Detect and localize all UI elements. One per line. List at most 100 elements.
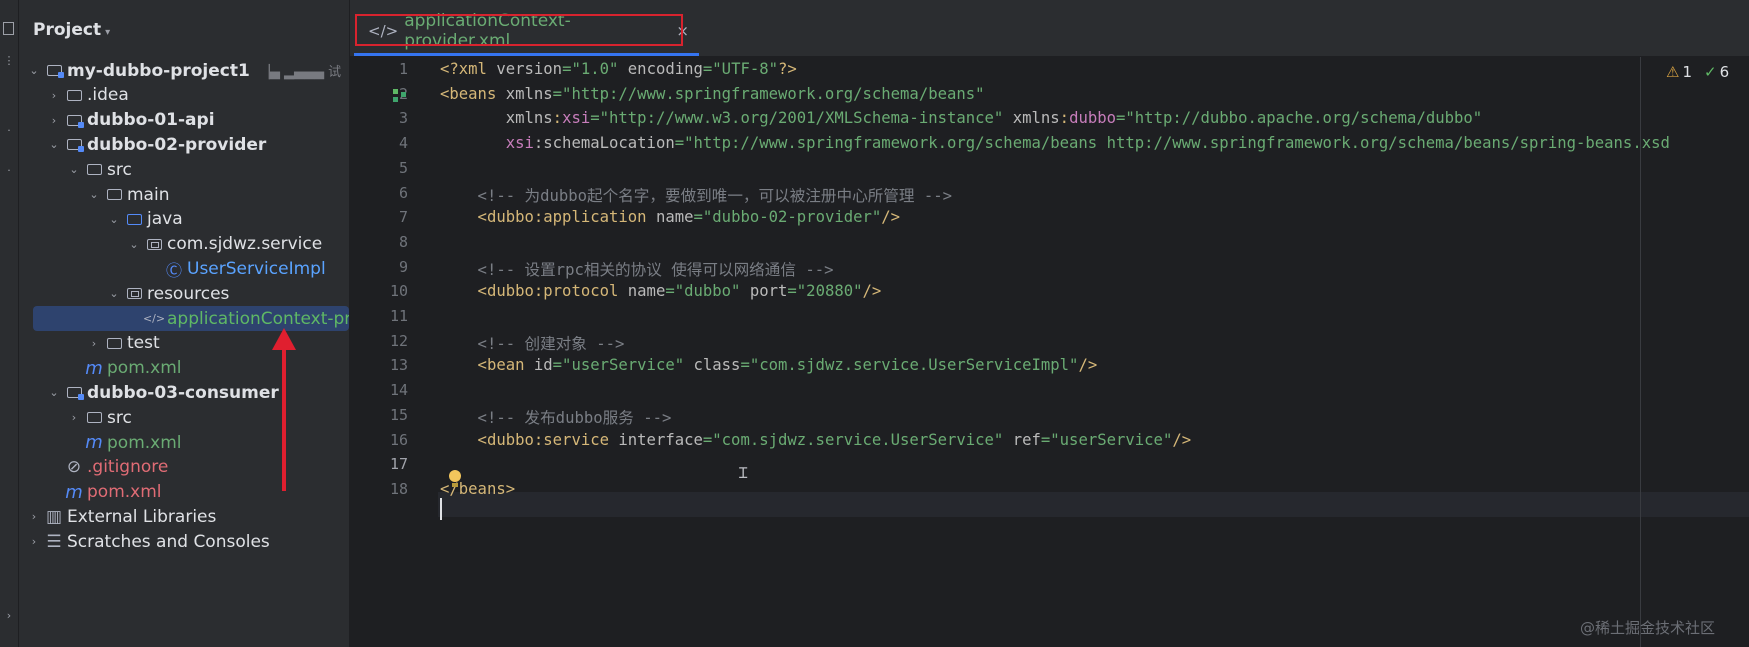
code-line: <beans xmlns="http://www.springframework… [440,85,985,103]
chevron-right-icon[interactable]: › [47,114,61,127]
code-token: <!-- 创建对象 --> [440,334,625,353]
chevron-down-icon[interactable]: ⌄ [107,213,121,226]
code-token: ="20880" [787,282,863,301]
tree-item-consumer-pom[interactable]: m pom.xml [19,430,349,455]
line-number: 8 [398,232,408,251]
code-token: <bean [440,356,534,375]
folder-icon [105,187,123,203]
chevron-down-icon[interactable]: ⌄ [87,188,101,201]
chevron-down-icon[interactable]: ⌄ [27,64,41,77]
tree-item-my-dubbo-project1[interactable]: ⌄ my-dubbo-project1 ▕▄ ▂▄▄▄ 试 [19,58,349,83]
maven-icon: m [85,357,103,379]
code-token: ="1.0" [562,60,619,78]
code-token: xsi [562,109,591,128]
tree-item-scratches[interactable]: › ☰ Scratches and Consoles [19,529,349,554]
chevron-down-icon[interactable]: ⌄ [127,238,141,251]
chevron-right-icon[interactable]: › [67,411,81,424]
code-token: ="UTF-8" [702,60,779,78]
code-token: <!-- 为dubbo起个名字，要做到唯一，可以被注册中心所管理 --> [440,186,953,205]
structure-icon[interactable]: · [3,125,15,137]
code-line: <!-- 设置rpc相关的协议 使得可以网络通信 --> [440,258,834,280]
code-token: ="http://www.springframework.org/schema/… [674,134,1670,153]
tree-item-label: main [127,184,170,205]
tree-item-external-libraries[interactable]: › ▥ External Libraries [19,504,349,529]
code-line: <?xml version="1.0" encoding="UTF-8"?> [440,60,797,78]
line-number: 4 [398,134,408,153]
tree-item-label: src [107,407,132,428]
tree-item-root-pom[interactable]: m pom.xml [19,480,349,505]
code-token: ="userService" [552,356,685,375]
inspection-widget[interactable]: ⚠ 1 ✓ 6 [1666,63,1729,81]
tree-item-src[interactable]: ⌄ src [19,157,349,182]
class-icon: Ⓒ [165,260,182,280]
tree-item-dubbo-03-consumer[interactable]: ⌄ dubbo-03-consumer [19,380,349,405]
tree-item-dubbo-02-provider[interactable]: ⌄ dubbo-02-provider [19,132,349,157]
watermark: @稀土掘金技术社区 [1580,619,1716,637]
code-line: xsi:schemaLocation="http://www.springfra… [440,134,1670,152]
code-editor[interactable]: <?xml version="1.0" encoding="UTF-8"?> <b… [438,57,1749,647]
line-number: 7 [398,208,408,227]
more-tools-icon[interactable]: · [3,165,15,177]
tree-item-label: com.sjdwz.service [167,234,323,255]
chevron-down-icon[interactable]: ⌄ [47,138,61,151]
code-line: <dubbo:service interface="com.sjdwz.serv… [440,430,1192,449]
code-token: <dubbo [440,430,534,449]
code-line: <dubbo:application name="dubbo-02-provid… [440,208,901,227]
code-line: <!-- 为dubbo起个名字，要做到唯一，可以被注册中心所管理 --> [440,184,953,206]
check-icon: ✓ [1704,63,1717,81]
code-token: id [533,356,553,375]
code-token: <!-- 设置rpc相关的协议 使得可以网络通信 --> [440,260,834,279]
code-line: <!-- 发布dubbo服务 --> [440,406,672,428]
tree-item-idea[interactable]: › .idea [19,83,349,108]
chevron-right-icon[interactable]: › [27,535,41,548]
code-token: ="http://www.w3.org/2001/XMLSchema-insta… [590,109,1004,128]
commit-icon[interactable]: ⋮ [3,55,15,67]
code-token: xsi [440,134,534,153]
tree-item-dubbo-01-api[interactable]: › dubbo-01-api [19,108,349,133]
code-token: <!-- 发布dubbo服务 --> [440,408,672,427]
code-token: ="dubbo" [665,282,741,301]
terminal-icon[interactable]: › [3,610,15,622]
tree-item-label: pom.xml [107,358,182,379]
code-token: encoding [618,60,703,78]
lightbulb-icon[interactable] [448,470,462,488]
implemented-gutter-icon[interactable] [393,89,409,103]
project-toolwindow-icon[interactable] [3,22,14,35]
code-token: <dubbo [440,208,534,227]
tree-item-provider-pom[interactable]: m pom.xml [19,356,349,381]
line-number: 17 [389,455,408,474]
chevron-down-icon[interactable]: ⌄ [107,287,121,300]
tree-item-main[interactable]: ⌄ main [19,182,349,207]
blurred-path-text: ▕▄ ▂▄▄▄ 试 [259,65,342,80]
module-folder-icon [65,137,84,153]
code-token: : [1059,109,1070,128]
tree-item-gitignore[interactable]: ⊘ .gitignore [19,455,349,480]
line-number: 11 [389,307,408,325]
tree-item-test[interactable]: › test [19,331,349,356]
tree-item-label: External Libraries [67,506,217,527]
project-panel-header[interactable]: Project ▾ [33,20,110,40]
tree-item-applicationcontext[interactable]: </>applicationContext-provider.xml [33,306,349,331]
scratches-icon: ☰ [46,531,62,552]
tree-item-label: src [107,159,132,180]
text-cursor-icon: Ɪ [739,464,748,482]
tree-item-consumer-src[interactable]: › src [19,405,349,430]
tree-item-package[interactable]: ⌄ com.sjdwz.service [19,232,349,257]
tree-item-resources[interactable]: ⌄ resources [19,281,349,306]
code-token: protocol [543,282,628,301]
line-number: 13 [389,356,408,375]
chevron-right-icon[interactable]: › [47,89,61,102]
chevron-down-icon[interactable]: ▾ [105,27,110,38]
tree-item-java[interactable]: ⌄ java [19,207,349,232]
line-number: 6 [398,183,408,202]
code-token: ="http://dubbo.apache.org/schema/dubbo" [1116,109,1483,128]
maven-icon: m [85,432,103,453]
tree-item-label: Scratches and Consoles [67,531,270,552]
chevron-right-icon[interactable]: › [27,510,41,523]
chevron-right-icon[interactable]: › [87,337,101,350]
tree-item-label: UserServiceImpl [187,258,326,279]
folder-icon [85,410,103,426]
chevron-down-icon[interactable]: ⌄ [67,163,81,176]
tree-item-userserviceimpl[interactable]: Ⓒ UserServiceImpl [19,256,349,281]
chevron-down-icon[interactable]: ⌄ [47,386,61,399]
